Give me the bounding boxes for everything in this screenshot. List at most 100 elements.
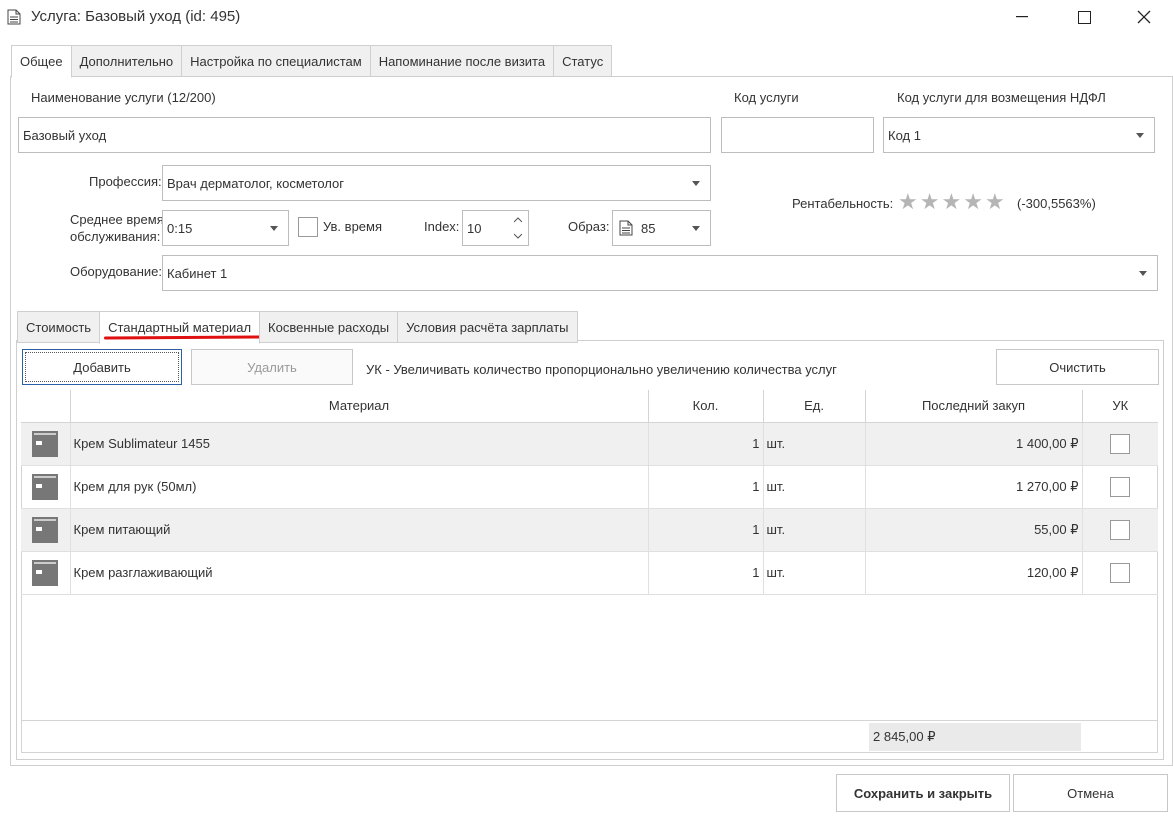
material-qty: 1 xyxy=(648,465,764,509)
index-label: Index: xyxy=(424,219,460,234)
main-tabs: Общее Дополнительно Настройка по специал… xyxy=(11,45,613,78)
image-value: 85 xyxy=(641,220,656,236)
material-unit: шт. xyxy=(763,465,866,509)
tab-general[interactable]: Общее xyxy=(11,45,72,78)
clear-button[interactable]: Очистить xyxy=(996,349,1159,385)
col-icon xyxy=(21,390,71,423)
uk-checkbox[interactable] xyxy=(1110,562,1131,583)
inner-tabs: Стоимость Стандартный материал Косвенные… xyxy=(17,311,578,344)
minimize-icon xyxy=(1016,16,1028,18)
star-icon: ★ xyxy=(984,189,1005,214)
service-code-input[interactable] xyxy=(721,117,874,153)
table-row[interactable]: Крем для рук (50мл) 1 шт. 1 270,00 ₽ xyxy=(21,465,1158,509)
avg-time-select[interactable]: 0:15 xyxy=(162,210,289,246)
tab-indirect-costs[interactable]: Косвенные расходы xyxy=(259,311,399,343)
material-icon xyxy=(32,559,59,586)
avg-time-label-1: Среднее время xyxy=(70,212,164,227)
spin-down-icon[interactable] xyxy=(514,233,522,239)
uk-checkbox[interactable] xyxy=(1110,519,1131,540)
index-value: 10 xyxy=(467,220,482,236)
tab-additional[interactable]: Дополнительно xyxy=(70,45,183,77)
materials-table: Материал Кол. Ед. Последний закуп УК Кре… xyxy=(21,390,1158,595)
table-row[interactable]: Крем разглаживающий 1 шт. 120,00 ₽ xyxy=(21,551,1158,595)
chevron-down-icon xyxy=(270,226,278,231)
star-icon: ★ xyxy=(898,189,918,214)
material-icon xyxy=(32,430,59,457)
add-button[interactable]: Добавить xyxy=(22,349,182,385)
table-row[interactable]: Крем Sublimateur 1455 1 шт. 1 400,00 ₽ xyxy=(21,422,1158,466)
avg-time-label-2: обслуживания: xyxy=(70,229,161,244)
material-name: Крем для рук (50мл) xyxy=(70,465,649,509)
image-label: Образ: xyxy=(568,219,610,234)
inc-time-checkbox[interactable] xyxy=(298,217,318,237)
col-last-purchase[interactable]: Последний закуп xyxy=(865,390,1083,423)
maximize-button[interactable] xyxy=(1061,0,1107,34)
chevron-down-icon xyxy=(1139,271,1147,276)
maximize-icon xyxy=(1077,10,1091,24)
material-name: Крем разглаживающий xyxy=(70,551,649,595)
title-bar: Услуга: Базовый уход (id: 495) xyxy=(0,0,1173,34)
material-name: Крем Sublimateur 1455 xyxy=(70,422,649,466)
material-last-purchase: 120,00 ₽ xyxy=(865,551,1083,595)
equipment-select[interactable]: Кабинет 1 xyxy=(162,255,1158,291)
material-last-purchase: 1 270,00 ₽ xyxy=(865,465,1083,509)
cancel-button[interactable]: Отмена xyxy=(1013,774,1168,812)
chevron-down-icon xyxy=(1136,133,1144,138)
ndfl-code-select[interactable]: Код 1 xyxy=(883,117,1155,153)
material-name: Крем питающий xyxy=(70,508,649,552)
ndfl-code-value: Код 1 xyxy=(888,127,921,143)
profitability-value: (-300,5563%) xyxy=(1017,196,1096,211)
material-last-purchase: 1 400,00 ₽ xyxy=(865,422,1083,466)
profession-label: Профессия: xyxy=(89,174,162,189)
material-qty: 1 xyxy=(648,422,764,466)
save-and-close-button[interactable]: Сохранить и закрыть xyxy=(836,774,1010,812)
equipment-value: Кабинет 1 xyxy=(167,265,228,281)
star-icon: ★ xyxy=(941,189,962,214)
service-name-label: Наименование услуги (12/200) xyxy=(31,90,216,105)
material-last-purchase: 55,00 ₽ xyxy=(865,508,1083,552)
service-name-value: Базовый уход xyxy=(23,127,107,143)
document-icon xyxy=(7,9,21,25)
col-material[interactable]: Материал xyxy=(70,390,649,423)
tab-reminder[interactable]: Напоминание после визита xyxy=(369,45,555,77)
tab-cost[interactable]: Стоимость xyxy=(17,311,101,343)
minimize-button[interactable] xyxy=(999,0,1045,34)
chevron-down-icon xyxy=(692,181,700,186)
ndfl-code-label: Код услуги для возмещения НДФЛ xyxy=(897,90,1106,105)
avg-time-value: 0:15 xyxy=(167,220,193,236)
chevron-down-icon xyxy=(692,226,700,231)
material-unit: шт. xyxy=(763,551,866,595)
tab-status[interactable]: Статус xyxy=(553,45,613,77)
material-icon xyxy=(32,473,59,500)
material-icon xyxy=(32,516,59,543)
material-qty: 1 xyxy=(648,551,764,595)
tab-standard-material[interactable]: Стандартный материал xyxy=(99,311,262,344)
tab-salary-conditions[interactable]: Условия расчёта зарплаты xyxy=(397,311,578,343)
star-icon: ★ xyxy=(963,189,983,214)
spin-up-icon[interactable] xyxy=(514,217,522,223)
equipment-label: Оборудование: xyxy=(70,264,163,279)
service-name-input[interactable]: Базовый уход xyxy=(18,117,711,153)
delete-button[interactable]: Удалить xyxy=(191,349,353,385)
service-code-label: Код услуги xyxy=(734,90,799,105)
total-cell: 2 845,00 ₽ xyxy=(869,723,1081,751)
table-row[interactable]: Крем питающий 1 шт. 55,00 ₽ xyxy=(21,508,1158,552)
close-button[interactable] xyxy=(1121,0,1167,34)
inc-time-label: Ув. время xyxy=(323,219,383,234)
col-uk[interactable]: УК xyxy=(1082,390,1158,423)
table-header: Материал Кол. Ед. Последний закуп УК xyxy=(21,390,1158,423)
image-select[interactable]: 85 xyxy=(612,210,711,246)
close-icon xyxy=(1137,10,1151,24)
index-spinner[interactable]: 10 xyxy=(462,210,529,246)
uk-checkbox[interactable] xyxy=(1110,476,1131,497)
tab-standard-material-label: Стандартный материал xyxy=(108,320,252,335)
tab-specialists[interactable]: Настройка по специалистам xyxy=(181,45,371,77)
col-unit[interactable]: Ед. xyxy=(763,390,866,423)
profitability-rating: ★ ★ ★ ★ ★ xyxy=(898,191,1005,213)
summary-divider xyxy=(21,720,1158,721)
red-underline xyxy=(104,335,262,340)
col-qty[interactable]: Кол. xyxy=(648,390,764,423)
profitability-label: Рентабельность: xyxy=(792,196,894,211)
profession-select[interactable]: Врач дерматолог, косметолог xyxy=(162,165,711,201)
uk-checkbox[interactable] xyxy=(1110,433,1131,454)
